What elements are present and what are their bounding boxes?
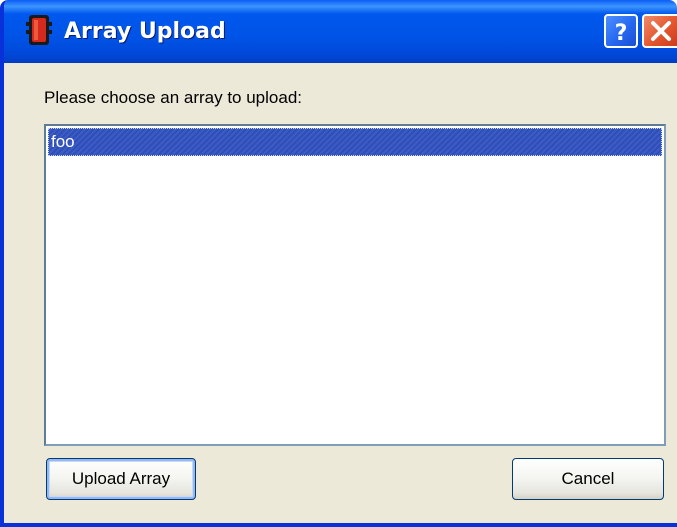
app-icon — [26, 13, 52, 47]
svg-text:?: ? — [615, 21, 628, 46]
upload-array-button[interactable]: Upload Array — [46, 458, 196, 500]
close-button[interactable] — [642, 14, 677, 48]
array-listbox[interactable]: foo — [44, 124, 666, 446]
list-item-foo[interactable]: foo — [48, 128, 662, 156]
title-bar[interactable]: Array Upload ? — [4, 0, 677, 63]
cancel-button[interactable]: Cancel — [512, 458, 664, 500]
help-button[interactable]: ? — [604, 14, 638, 48]
prompt-label: Please choose an array to upload: — [44, 88, 303, 107]
window-title: Array Upload — [64, 19, 226, 44]
array-upload-dialog: Array Upload ? Please choose an array to… — [0, 0, 677, 527]
